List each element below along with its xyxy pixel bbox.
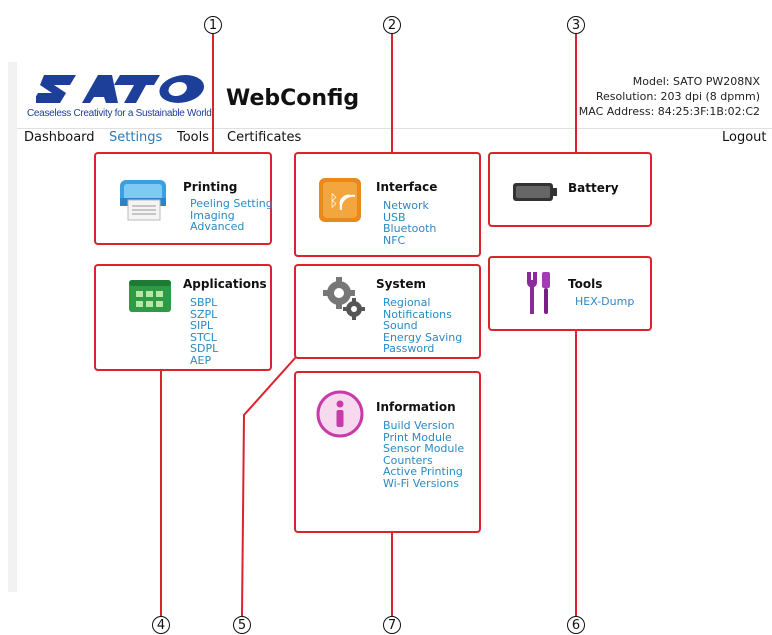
device-info: Model: SATO PW208NX Resolution: 203 dpi … [579,74,760,119]
svg-text:ᛒ: ᛒ [329,191,339,210]
link-sipl[interactable]: SIPL [190,320,218,332]
leader-line-6 [575,330,577,616]
applications-icon [129,280,171,312]
link-advanced[interactable]: Advanced [190,221,273,233]
applications-title: Applications [183,277,267,291]
link-password[interactable]: Password [383,343,462,355]
printing-links: Peeling Setting Imaging Advanced [190,198,273,233]
link-sound[interactable]: Sound [383,320,462,332]
nav-settings[interactable]: Settings [109,130,162,145]
leader-line-3 [575,34,577,152]
nav-logout[interactable]: Logout [722,130,767,145]
printing-title: Printing [183,180,238,194]
information-links: Build Version Print Module Sensor Module… [383,420,464,489]
information-title: Information [376,400,456,414]
callout-2: 2 [383,16,401,34]
mac-address-text: MAC Address: 84:25:3F:1B:02:C2 [578,105,760,118]
applications-links: SBPL SZPL SIPL STCL SDPL AEP [190,297,218,366]
printer-icon [120,180,166,221]
link-network[interactable]: Network [383,200,436,212]
battery-title: Battery [568,181,619,195]
brand-tagline: Ceaseless Creativity for a Sustainable W… [27,108,212,119]
leader-line-4 [160,370,162,616]
interface-icon: ᛒ [319,178,361,222]
system-title: System [376,277,426,291]
nav-dashboard[interactable]: Dashboard [24,130,95,145]
tools-title: Tools [568,277,603,291]
resolution-text: Resolution: 203 dpi (8 dpmm) [595,90,760,103]
link-aep[interactable]: AEP [190,354,218,367]
callout-6: 6 [567,616,585,634]
system-links: Regional Notifications Sound Energy Savi… [383,297,462,355]
app-title: WebConfig [226,86,360,111]
nav-certificates[interactable]: Certificates [227,130,301,145]
link-build-version[interactable]: Build Version [383,420,464,432]
nav-tools[interactable]: Tools [177,130,209,145]
callout-4: 4 [152,616,170,634]
link-hex-dump[interactable]: HEX-Dump [575,296,634,308]
gears-icon [323,277,365,320]
link-sdpl[interactable]: SDPL [190,343,218,355]
callout-5: 5 [233,616,251,634]
tools-icon [527,272,550,314]
callout-1: 1 [204,16,222,34]
link-sbpl[interactable]: SBPL [190,297,218,309]
tools-card[interactable] [488,256,652,331]
link-nfc[interactable]: NFC [383,234,436,247]
link-bluetooth[interactable]: Bluetooth [383,223,436,235]
sato-logo [36,75,205,103]
model-text: Model: SATO PW208NX [632,75,760,88]
callout-7: 7 [383,616,401,634]
link-active-printing[interactable]: Active Printing [383,466,464,478]
interface-title: Interface [376,180,438,194]
battery-icon [513,183,557,201]
nav-divider [17,128,772,129]
link-wifi-versions[interactable]: Wi-Fi Versions [383,477,464,490]
info-icon [316,390,364,438]
interface-links: Network USB Bluetooth NFC [383,200,436,246]
leader-line-2 [391,34,393,152]
link-sensor-module[interactable]: Sensor Module [383,443,464,455]
link-peeling-setting[interactable]: Peeling Setting [190,198,273,210]
link-regional[interactable]: Regional [383,297,462,309]
callout-3: 3 [567,16,585,34]
leader-line-1 [212,34,214,152]
leader-line-7 [391,532,393,616]
leader-line-5 [241,356,297,617]
tools-links: HEX-Dump [575,296,634,308]
